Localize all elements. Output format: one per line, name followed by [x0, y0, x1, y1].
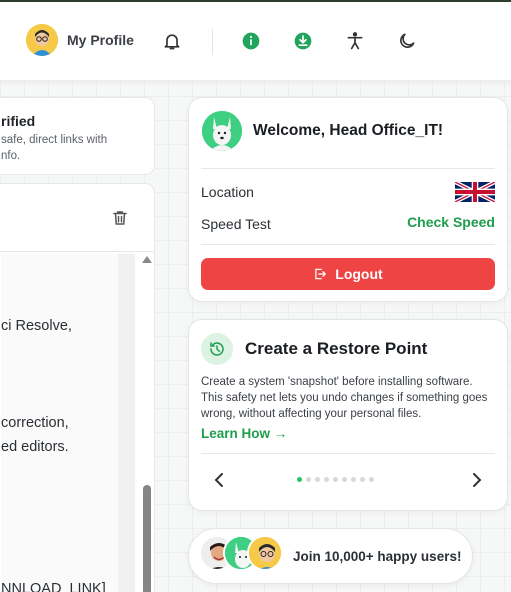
scrollbar-track[interactable]	[118, 254, 135, 592]
accessibility-icon[interactable]	[344, 30, 366, 52]
info-icon[interactable]	[240, 30, 262, 52]
chevron-left-icon[interactable]	[209, 470, 229, 490]
chevron-right-icon[interactable]	[467, 470, 487, 490]
check-speed-link[interactable]: Check Speed	[407, 214, 495, 230]
learn-how-link[interactable]: Learn How →	[201, 426, 287, 441]
restore-icon	[201, 333, 233, 365]
location-label: Location	[201, 184, 254, 200]
download-icon[interactable]	[292, 30, 314, 52]
carousel-dot[interactable]	[306, 477, 311, 482]
trash-icon[interactable]	[111, 209, 129, 232]
profile-avatar	[26, 24, 58, 56]
restore-title: Create a Restore Point	[245, 339, 428, 358]
carousel-dot[interactable]	[333, 477, 338, 482]
divider	[201, 244, 495, 245]
logout-label: Logout	[335, 266, 383, 282]
carousel-dot[interactable]	[342, 477, 347, 482]
scrollbar-thumb[interactable]	[143, 485, 151, 592]
user-avatar	[202, 111, 242, 151]
carousel-dot[interactable]	[369, 477, 374, 482]
verified-title: rified	[1, 113, 36, 129]
divider	[201, 168, 495, 169]
top-navigation-bar: My Profile	[0, 2, 511, 81]
logout-icon	[315, 268, 327, 280]
document-text-area[interactable]: ci Resolve, correction, ed editors. NNLO…	[1, 254, 118, 592]
restore-point-card: Create a Restore Point Create a system '…	[188, 319, 508, 511]
content-panel: ci Resolve, correction, ed editors. NNLO…	[0, 183, 155, 592]
welcome-card: Welcome, Head Office_IT! Location Speed …	[188, 97, 508, 302]
restore-description: Create a system 'snapshot' before instal…	[201, 376, 488, 420]
divider	[201, 453, 495, 454]
join-users-banner: Join 10,000+ happy users!	[188, 528, 473, 584]
doc-line: ed editors.	[1, 439, 69, 455]
welcome-title: Welcome, Head Office_IT!	[253, 122, 444, 139]
join-text: Join 10,000+ happy users!	[293, 549, 462, 564]
carousel-dot[interactable]	[315, 477, 320, 482]
profile-label: My Profile	[67, 32, 134, 48]
doc-line: correction,	[1, 415, 69, 431]
doc-line: NNLOAD_LINK]	[1, 581, 106, 592]
carousel-dot[interactable]	[360, 477, 365, 482]
carousel-dot[interactable]	[297, 477, 302, 482]
bell-icon[interactable]	[161, 30, 183, 52]
carousel-dots	[297, 477, 374, 482]
uk-flag-icon	[454, 180, 496, 204]
my-profile-button[interactable]: My Profile	[26, 24, 134, 56]
content-panel-header	[0, 184, 154, 252]
logout-button[interactable]: Logout	[201, 258, 495, 290]
doc-line: ci Resolve,	[1, 318, 72, 334]
user-avatar	[247, 535, 283, 571]
carousel-dot[interactable]	[351, 477, 356, 482]
carousel-dot[interactable]	[324, 477, 329, 482]
speed-test-label: Speed Test	[201, 216, 271, 232]
toolbar-divider	[212, 29, 213, 55]
verified-description: safe, direct links with nfo.	[1, 134, 108, 162]
moon-icon[interactable]	[396, 30, 418, 52]
verified-links-card: rified safe, direct links with nfo.	[0, 97, 155, 175]
scroll-up-arrow[interactable]	[142, 256, 152, 263]
